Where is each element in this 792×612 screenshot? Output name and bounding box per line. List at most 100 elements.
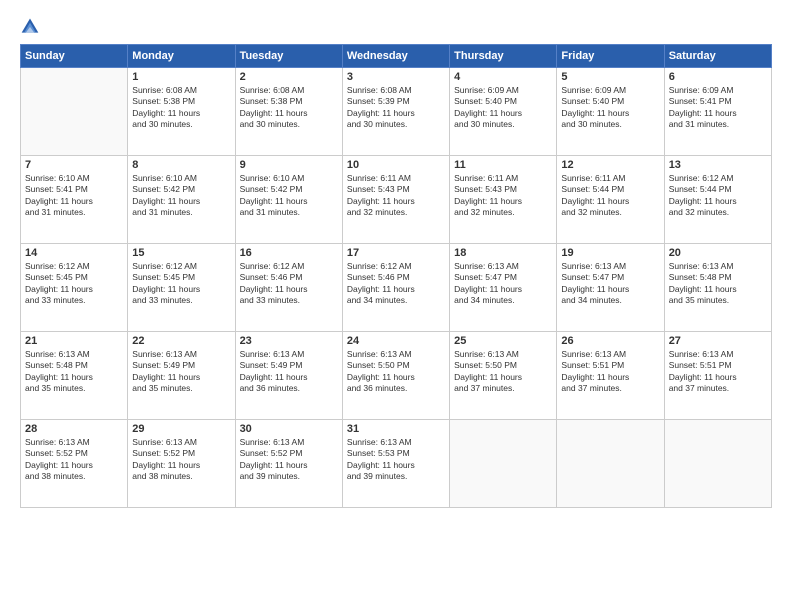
day-info: Sunrise: 6:08 AM Sunset: 5:38 PM Dayligh… bbox=[132, 85, 230, 131]
day-info: Sunrise: 6:10 AM Sunset: 5:42 PM Dayligh… bbox=[132, 173, 230, 219]
day-info: Sunrise: 6:13 AM Sunset: 5:48 PM Dayligh… bbox=[25, 349, 123, 395]
day-number: 3 bbox=[347, 71, 445, 83]
day-info: Sunrise: 6:08 AM Sunset: 5:38 PM Dayligh… bbox=[240, 85, 338, 131]
calendar-header-row: SundayMondayTuesdayWednesdayThursdayFrid… bbox=[21, 45, 772, 68]
day-info: Sunrise: 6:13 AM Sunset: 5:52 PM Dayligh… bbox=[25, 437, 123, 483]
calendar-cell: 22Sunrise: 6:13 AM Sunset: 5:49 PM Dayli… bbox=[128, 332, 235, 420]
calendar-cell: 20 Sunrise: 6:13 AM Sunset: 5:48 PM Dayli… bbox=[664, 244, 771, 332]
calendar-cell: 12 Sunrise: 6:11 AM Sunset: 5:44 PM Dayli… bbox=[557, 156, 664, 244]
day-number: 19 bbox=[561, 247, 659, 259]
day-number: 29 bbox=[132, 423, 230, 435]
day-info: Sunrise: 6:08 AM Sunset: 5:39 PM Dayligh… bbox=[347, 85, 445, 131]
day-number: 26 bbox=[561, 335, 659, 347]
calendar-cell bbox=[450, 420, 557, 508]
day-info: Sunrise: 6:11 AM Sunset: 5:43 PM Dayligh… bbox=[347, 173, 445, 219]
calendar-cell: 1 Sunrise: 6:08 AM Sunset: 5:38 PM Daylig… bbox=[128, 68, 235, 156]
calendar-cell bbox=[557, 420, 664, 508]
calendar-cell: 19Sunrise: 6:13 AM Sunset: 5:47 PM Dayli… bbox=[557, 244, 664, 332]
day-number: 1 bbox=[132, 71, 230, 83]
day-number: 23 bbox=[240, 335, 338, 347]
col-header-sunday: Sunday bbox=[21, 45, 128, 68]
day-number: 31 bbox=[347, 423, 445, 435]
logo bbox=[20, 16, 44, 36]
calendar-cell: 3 Sunrise: 6:08 AM Sunset: 5:39 PM Daylig… bbox=[342, 68, 449, 156]
calendar-cell: 21Sunrise: 6:13 AM Sunset: 5:48 PM Dayli… bbox=[21, 332, 128, 420]
calendar-cell: 27 Sunrise: 6:13 AM Sunset: 5:51 PM Dayli… bbox=[664, 332, 771, 420]
page-header bbox=[20, 16, 772, 36]
calendar-cell: 16 Sunrise: 6:12 AM Sunset: 5:46 PM Dayli… bbox=[235, 244, 342, 332]
day-number: 15 bbox=[132, 247, 230, 259]
col-header-wednesday: Wednesday bbox=[342, 45, 449, 68]
day-number: 17 bbox=[347, 247, 445, 259]
calendar-week-3: 14 Sunrise: 6:12 AM Sunset: 5:45 PM Dayli… bbox=[21, 244, 772, 332]
logo-icon bbox=[20, 16, 40, 36]
calendar-cell: 26 Sunrise: 6:13 AM Sunset: 5:51 PM Dayli… bbox=[557, 332, 664, 420]
day-number: 16 bbox=[240, 247, 338, 259]
day-number: 4 bbox=[454, 71, 552, 83]
calendar-cell: 30Sunrise: 6:13 AM Sunset: 5:52 PM Dayli… bbox=[235, 420, 342, 508]
day-info: Sunrise: 6:10 AM Sunset: 5:41 PM Dayligh… bbox=[25, 173, 123, 219]
calendar-cell: 9 Sunrise: 6:10 AM Sunset: 5:42 PM Daylig… bbox=[235, 156, 342, 244]
day-info: Sunrise: 6:13 AM Sunset: 5:52 PM Dayligh… bbox=[132, 437, 230, 483]
calendar-cell: 15 Sunrise: 6:12 AM Sunset: 5:45 PM Dayli… bbox=[128, 244, 235, 332]
day-number: 8 bbox=[132, 159, 230, 171]
day-info: Sunrise: 6:11 AM Sunset: 5:44 PM Dayligh… bbox=[561, 173, 659, 219]
calendar-week-4: 21Sunrise: 6:13 AM Sunset: 5:48 PM Dayli… bbox=[21, 332, 772, 420]
calendar-cell: 18Sunrise: 6:13 AM Sunset: 5:47 PM Dayli… bbox=[450, 244, 557, 332]
calendar-week-2: 7 Sunrise: 6:10 AM Sunset: 5:41 PM Daylig… bbox=[21, 156, 772, 244]
day-info: Sunrise: 6:12 AM Sunset: 5:45 PM Dayligh… bbox=[25, 261, 123, 307]
calendar-cell: 13Sunrise: 6:12 AM Sunset: 5:44 PM Dayli… bbox=[664, 156, 771, 244]
day-info: Sunrise: 6:09 AM Sunset: 5:40 PM Dayligh… bbox=[454, 85, 552, 131]
day-number: 2 bbox=[240, 71, 338, 83]
day-info: Sunrise: 6:09 AM Sunset: 5:40 PM Dayligh… bbox=[561, 85, 659, 131]
day-number: 12 bbox=[561, 159, 659, 171]
day-number: 7 bbox=[25, 159, 123, 171]
day-info: Sunrise: 6:12 AM Sunset: 5:45 PM Dayligh… bbox=[132, 261, 230, 307]
col-header-tuesday: Tuesday bbox=[235, 45, 342, 68]
calendar-cell: 8 Sunrise: 6:10 AM Sunset: 5:42 PM Daylig… bbox=[128, 156, 235, 244]
calendar-cell: 10 Sunrise: 6:11 AM Sunset: 5:43 PM Dayli… bbox=[342, 156, 449, 244]
day-info: Sunrise: 6:13 AM Sunset: 5:48 PM Dayligh… bbox=[669, 261, 767, 307]
day-number: 13 bbox=[669, 159, 767, 171]
calendar-cell bbox=[664, 420, 771, 508]
calendar-cell: 2 Sunrise: 6:08 AM Sunset: 5:38 PM Daylig… bbox=[235, 68, 342, 156]
day-info: Sunrise: 6:13 AM Sunset: 5:51 PM Dayligh… bbox=[669, 349, 767, 395]
calendar-table: SundayMondayTuesdayWednesdayThursdayFrid… bbox=[20, 44, 772, 508]
day-number: 11 bbox=[454, 159, 552, 171]
calendar-cell: 23 Sunrise: 6:13 AM Sunset: 5:49 PM Dayli… bbox=[235, 332, 342, 420]
calendar-cell: 24Sunrise: 6:13 AM Sunset: 5:50 PM Dayli… bbox=[342, 332, 449, 420]
day-number: 9 bbox=[240, 159, 338, 171]
day-info: Sunrise: 6:11 AM Sunset: 5:43 PM Dayligh… bbox=[454, 173, 552, 219]
day-number: 22 bbox=[132, 335, 230, 347]
calendar-cell: 14 Sunrise: 6:12 AM Sunset: 5:45 PM Dayli… bbox=[21, 244, 128, 332]
day-info: Sunrise: 6:13 AM Sunset: 5:52 PM Dayligh… bbox=[240, 437, 338, 483]
day-number: 24 bbox=[347, 335, 445, 347]
calendar-cell: 25 Sunrise: 6:13 AM Sunset: 5:50 PM Dayli… bbox=[450, 332, 557, 420]
day-number: 25 bbox=[454, 335, 552, 347]
day-info: Sunrise: 6:13 AM Sunset: 5:51 PM Dayligh… bbox=[561, 349, 659, 395]
day-info: Sunrise: 6:13 AM Sunset: 5:49 PM Dayligh… bbox=[240, 349, 338, 395]
day-info: Sunrise: 6:09 AM Sunset: 5:41 PM Dayligh… bbox=[669, 85, 767, 131]
col-header-monday: Monday bbox=[128, 45, 235, 68]
calendar-cell bbox=[21, 68, 128, 156]
day-info: Sunrise: 6:10 AM Sunset: 5:42 PM Dayligh… bbox=[240, 173, 338, 219]
day-number: 28 bbox=[25, 423, 123, 435]
day-number: 14 bbox=[25, 247, 123, 259]
day-number: 10 bbox=[347, 159, 445, 171]
day-number: 6 bbox=[669, 71, 767, 83]
calendar-cell: 6 Sunrise: 6:09 AM Sunset: 5:41 PM Daylig… bbox=[664, 68, 771, 156]
calendar-cell: 31 Sunrise: 6:13 AM Sunset: 5:53 PM Dayli… bbox=[342, 420, 449, 508]
day-number: 27 bbox=[669, 335, 767, 347]
day-info: Sunrise: 6:12 AM Sunset: 5:46 PM Dayligh… bbox=[240, 261, 338, 307]
day-number: 5 bbox=[561, 71, 659, 83]
page: SundayMondayTuesdayWednesdayThursdayFrid… bbox=[0, 0, 792, 612]
day-number: 18 bbox=[454, 247, 552, 259]
calendar-cell: 29 Sunrise: 6:13 AM Sunset: 5:52 PM Dayli… bbox=[128, 420, 235, 508]
day-number: 20 bbox=[669, 247, 767, 259]
calendar-week-1: 1 Sunrise: 6:08 AM Sunset: 5:38 PM Daylig… bbox=[21, 68, 772, 156]
calendar-cell: 28 Sunrise: 6:13 AM Sunset: 5:52 PM Dayli… bbox=[21, 420, 128, 508]
col-header-thursday: Thursday bbox=[450, 45, 557, 68]
col-header-friday: Friday bbox=[557, 45, 664, 68]
day-info: Sunrise: 6:13 AM Sunset: 5:53 PM Dayligh… bbox=[347, 437, 445, 483]
day-info: Sunrise: 6:13 AM Sunset: 5:50 PM Dayligh… bbox=[454, 349, 552, 395]
